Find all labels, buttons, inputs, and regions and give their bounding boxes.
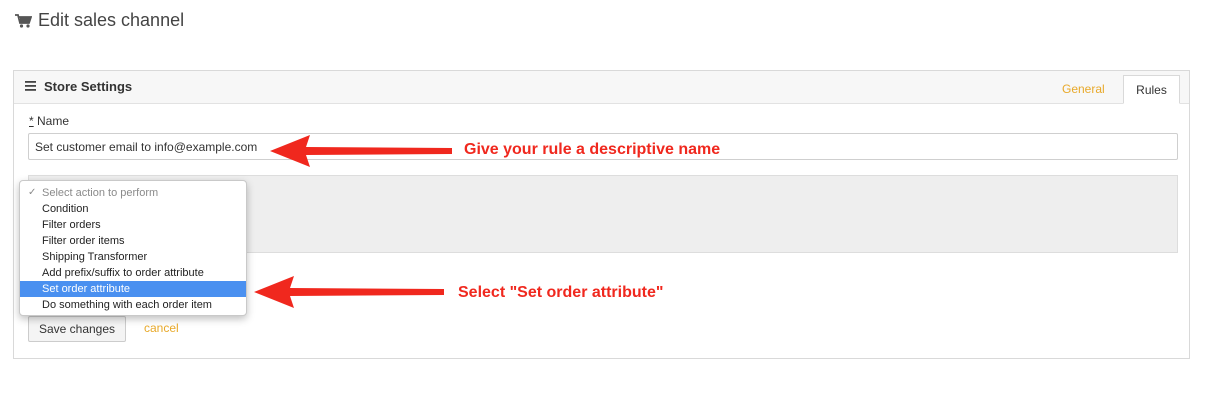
dropdown-item-select-action[interactable]: ✓ Select action to perform xyxy=(20,185,246,201)
name-label: * Name xyxy=(29,114,69,128)
page-header: Edit sales channel xyxy=(14,10,184,31)
checkmark-icon: ✓ xyxy=(28,187,37,198)
dropdown-item-filter-order-items[interactable]: Filter order items xyxy=(20,233,246,249)
panel-title: Store Settings xyxy=(44,79,133,94)
name-label-text: Name xyxy=(37,114,70,128)
tab-rules[interactable]: Rules xyxy=(1123,75,1180,104)
annotation-arrow-select xyxy=(254,276,444,308)
dropdown-item-shipping-transformer[interactable]: Shipping Transformer xyxy=(20,249,246,265)
save-changes-button[interactable]: Save changes xyxy=(28,316,126,342)
panel-header: Store Settings General Rules xyxy=(14,71,1189,104)
dropdown-item-condition[interactable]: Condition xyxy=(20,201,246,217)
dropdown-item-set-order-attribute[interactable]: Set order attribute xyxy=(20,281,246,297)
dropdown-item-add-prefix-suffix[interactable]: Add prefix/suffix to order attribute xyxy=(20,265,246,281)
annotation-name-hint: Give your rule a descriptive name xyxy=(464,141,721,158)
action-dropdown[interactable]: ✓ Select action to perform Condition Fil… xyxy=(19,180,247,316)
page-title: Edit sales channel xyxy=(38,10,185,30)
required-mark: * xyxy=(29,114,34,128)
tab-general[interactable]: General xyxy=(1062,82,1105,96)
cart-icon xyxy=(15,13,32,28)
annotation-arrow-name xyxy=(270,135,452,167)
dropdown-item-each-order-item[interactable]: Do something with each order item xyxy=(20,297,246,313)
dropdown-item-filter-orders[interactable]: Filter orders xyxy=(20,217,246,233)
menu-icon xyxy=(25,81,36,91)
annotation-select-hint: Select "Set order attribute" xyxy=(458,284,664,301)
dropdown-item-label: Select action to perform xyxy=(42,187,159,199)
cancel-link[interactable]: cancel xyxy=(144,321,179,335)
